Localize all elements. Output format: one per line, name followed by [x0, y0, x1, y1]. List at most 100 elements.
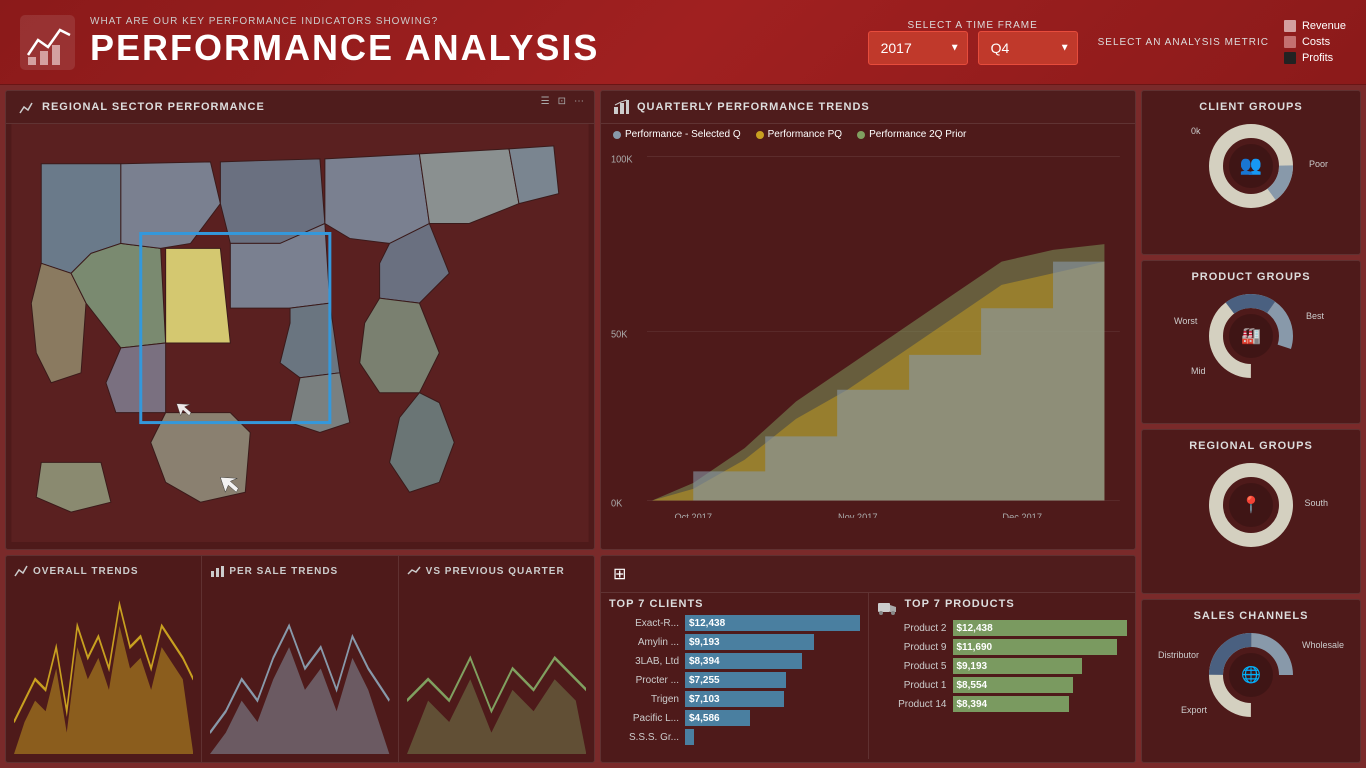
timeframe-label: SELECT A TIME FRAME [868, 20, 1078, 31]
quarterly-chart: 100K 50K 0K Oct 2017 Nov 2017 Dec 2017 [601, 145, 1135, 523]
client-groups-svg: 👥 [1196, 121, 1306, 211]
sales-channels-donut: 🌐 Distributor Wholesale Export [1186, 630, 1316, 720]
map-toolbar-icon2[interactable]: ⊡ [558, 96, 566, 107]
map-panel: REGIONAL SECTOR PERFORMANCE ☰ ⊡ ⋯ [5, 90, 595, 550]
table-row: 3LAB, Ltd $8,394 [609, 653, 860, 669]
product-bar-fill-0: $12,438 [953, 620, 1128, 636]
map-toolbar: ☰ ⊡ ⋯ [541, 96, 584, 107]
client-bar-0: $12,438 [685, 615, 860, 631]
table-row: Product 5 $9,193 [877, 658, 1128, 674]
revenue-label: Revenue [1302, 20, 1346, 32]
tables-icon: ⊞ [613, 564, 626, 584]
legend-label-selected: Performance - Selected Q [625, 129, 741, 140]
overall-trends-title: OVERALL TRENDS [14, 564, 193, 578]
client-bar-fill-6 [685, 729, 694, 745]
table-row: Product 1 $8,554 [877, 677, 1128, 693]
vs-previous-chart: VS PREVIOUS QUARTER [399, 556, 594, 762]
year-dropdown[interactable]: 201720162015 [868, 31, 968, 65]
svg-text:🏭: 🏭 [1241, 327, 1261, 345]
product-label-3: Product 1 [877, 680, 947, 691]
product-label-4: Product 14 [877, 699, 947, 710]
product-groups-title: PRODUCT GROUPS [1191, 271, 1310, 283]
client-bar-1: $9,193 [685, 634, 860, 650]
table-row: Product 2 $12,438 [877, 620, 1128, 636]
svg-text:Oct 2017: Oct 2017 [674, 512, 711, 518]
main-content: REGIONAL SECTOR PERFORMANCE ☰ ⊡ ⋯ [0, 85, 1366, 768]
map-chart-icon [18, 99, 34, 115]
year-dropdown-wrap[interactable]: 201720162015 ▼ [868, 31, 968, 65]
products-table: TOP 7 PRODUCTS Product 2 $12,438 Product… [869, 593, 1136, 759]
client-bar-fill-2: $8,394 [685, 653, 802, 669]
products-header: TOP 7 PRODUCTS [877, 598, 1128, 615]
product-bar-fill-2: $9,193 [953, 658, 1082, 674]
header-title: PERFORMANCE ANALYSIS [90, 27, 868, 69]
legend-items: Revenue Costs Profits [1284, 20, 1346, 64]
table-row: S.S.S. Gr... [609, 729, 860, 745]
vs-previous-icon [407, 564, 421, 578]
table-row: Product 14 $8,394 [877, 696, 1128, 712]
costs-box [1284, 36, 1296, 48]
regional-groups-svg: 📍 [1196, 460, 1306, 550]
client-groups-title: CLIENT GROUPS [1199, 101, 1302, 113]
map-panel-header: REGIONAL SECTOR PERFORMANCE ☰ ⊡ ⋯ [6, 91, 594, 124]
quarter-dropdown[interactable]: Q4Q3Q2Q1 [978, 31, 1078, 65]
product-mid-label: Mid [1191, 366, 1206, 376]
sales-wholesale-label: Wholesale [1302, 640, 1344, 650]
regional-groups-donut: 📍 South [1196, 460, 1306, 550]
sales-channels-section: SALES CHANNELS 🌐 Distributor Wholesale E… [1141, 599, 1361, 764]
client-bar-fill-0: $12,438 [685, 615, 860, 631]
map-toolbar-icon1[interactable]: ☰ [541, 96, 550, 107]
svg-text:Dec 2017: Dec 2017 [1002, 512, 1042, 518]
table-row: Amylin ... $9,193 [609, 634, 860, 650]
product-label-1: Product 9 [877, 642, 947, 653]
product-worst-label: Worst [1174, 316, 1197, 326]
per-sale-trends-title: PER SALE TRENDS [210, 564, 389, 578]
client-0k-label: 0k [1191, 126, 1201, 136]
bottom-center-panel: ⊞ TOP 7 CLIENTS Exact-R... $12,438 Amyli… [600, 555, 1136, 763]
table-row: Pacific L... $4,586 [609, 710, 860, 726]
map-panel-title: REGIONAL SECTOR PERFORMANCE [42, 101, 265, 113]
analysis-metric-block: SELECT AN ANALYSIS METRIC Revenue Costs … [1098, 20, 1346, 64]
regional-groups-title: REGIONAL GROUPS [1189, 440, 1313, 452]
dropdowns: 201720162015 ▼ Q4Q3Q2Q1 ▼ [868, 31, 1078, 65]
table-row: Trigen $7,103 [609, 691, 860, 707]
overall-trends-area [14, 583, 193, 754]
product-bar-2: $9,193 [953, 658, 1128, 674]
client-bar-4: $7,103 [685, 691, 860, 707]
legend-selected-q: Performance - Selected Q [613, 129, 741, 140]
bottom-left-panel: OVERALL TRENDS PER SALE [5, 555, 595, 763]
header-subtitle: WHAT ARE OUR KEY PERFORMANCE INDICATORS … [90, 16, 868, 27]
product-bar-fill-4: $8,394 [953, 696, 1070, 712]
product-bar-1: $11,690 [953, 639, 1128, 655]
tables-header: ⊞ [601, 556, 1135, 593]
svg-text:🌐: 🌐 [1241, 665, 1261, 684]
quarterly-panel-title: QUARTERLY PERFORMANCE TRENDS [637, 101, 870, 113]
table-row: Product 9 $11,690 [877, 639, 1128, 655]
legend-label-pq: Performance PQ [768, 129, 842, 140]
quarterly-chart-legend: Performance - Selected Q Performance PQ … [601, 124, 1135, 145]
quarter-dropdown-wrap[interactable]: Q4Q3Q2Q1 ▼ [978, 31, 1078, 65]
legend-costs[interactable]: Costs [1284, 36, 1346, 48]
product-groups-section: PRODUCT GROUPS 🏭 Worst Best Mid [1141, 260, 1361, 425]
client-label-0: Exact-R... [609, 618, 679, 629]
analysis-label: SELECT AN ANALYSIS METRIC [1098, 37, 1269, 48]
client-label-4: Trigen [609, 694, 679, 705]
client-bar-fill-4: $7,103 [685, 691, 784, 707]
legend-revenue[interactable]: Revenue [1284, 20, 1346, 32]
quarterly-chart-icon [613, 99, 629, 115]
client-label-1: Amylin ... [609, 637, 679, 648]
client-bar-5: $4,586 [685, 710, 860, 726]
legend-pq: Performance PQ [756, 129, 842, 140]
client-bar-2: $8,394 [685, 653, 860, 669]
truck-icon [877, 599, 897, 615]
client-label-5: Pacific L... [609, 713, 679, 724]
client-groups-section: CLIENT GROUPS 👥 0k Poor [1141, 90, 1361, 255]
legend-profits[interactable]: Profits [1284, 52, 1346, 64]
map-toolbar-icon3[interactable]: ⋯ [574, 96, 584, 107]
product-label-2: Product 5 [877, 661, 947, 672]
map-container [6, 124, 594, 542]
product-label-0: Product 2 [877, 623, 947, 634]
product-bar-0: $12,438 [953, 620, 1128, 636]
product-bar-3: $8,554 [953, 677, 1128, 693]
svg-text:0K: 0K [611, 498, 623, 510]
